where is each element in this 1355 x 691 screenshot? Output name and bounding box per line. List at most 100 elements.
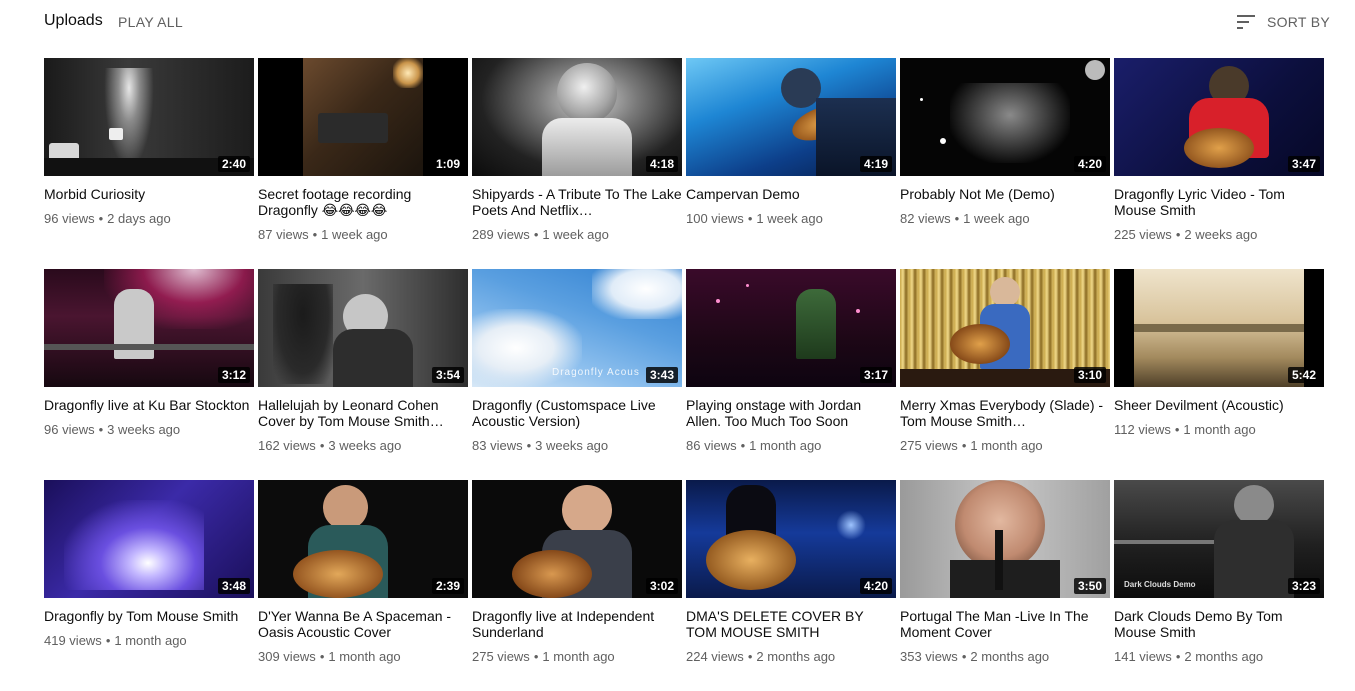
video-age: 2 months ago xyxy=(970,649,1050,664)
video-thumbnail[interactable]: 3:54 xyxy=(258,269,468,387)
video-thumbnail[interactable]: 3:12 xyxy=(44,269,254,387)
video-meta: 96 views • 3 weeks ago xyxy=(44,422,181,437)
video-card[interactable]: 3:48 Dragonfly by Tom Mouse Smith 419 vi… xyxy=(44,480,254,691)
video-card[interactable]: 4:19 Campervan Demo 100 views • 1 week ago xyxy=(686,58,896,269)
video-title[interactable]: Playing onstage with Jordan Allen. Too M… xyxy=(686,397,896,429)
video-thumbnail[interactable]: 3:48 xyxy=(44,480,254,598)
video-title[interactable]: Morbid Curiosity xyxy=(44,186,254,202)
video-card[interactable]: 3:54 Hallelujah by Leonard Cohen Cover b… xyxy=(258,269,468,480)
video-title[interactable]: Shipyards - A Tribute To The Lake Poets … xyxy=(472,186,682,218)
video-card[interactable]: 3:17 Playing onstage with Jordan Allen. … xyxy=(686,269,896,480)
video-views: 83 views xyxy=(472,438,523,453)
video-card[interactable]: 3:12 Dragonfly live at Ku Bar Stockton 9… xyxy=(44,269,254,480)
video-thumbnail[interactable]: Dragonfly Acous 3:43 xyxy=(472,269,682,387)
video-title[interactable]: Probably Not Me (Demo) xyxy=(900,186,1110,202)
video-card[interactable]: 2:39 D'Yer Wanna Be A Spaceman - Oasis A… xyxy=(258,480,468,691)
video-thumbnail[interactable]: 2:40 xyxy=(44,58,254,176)
video-views: 141 views xyxy=(1114,649,1172,664)
thumbnail-caption: Dark Clouds Demo xyxy=(1124,580,1196,589)
video-card[interactable]: Dark Clouds Demo 3:23 Dark Clouds Demo B… xyxy=(1114,480,1324,691)
video-views: 225 views xyxy=(1114,227,1172,242)
video-title[interactable]: Dragonfly by Tom Mouse Smith xyxy=(44,608,254,624)
video-thumbnail[interactable]: 3:17 xyxy=(686,269,896,387)
video-thumbnail[interactable]: 3:02 xyxy=(472,480,682,598)
video-age: 1 month ago xyxy=(328,649,401,664)
video-card[interactable]: Dragonfly Acous 3:43 Dragonfly (Customsp… xyxy=(472,269,682,480)
video-title[interactable]: Dragonfly (Customspace Live Acoustic Ver… xyxy=(472,397,682,429)
video-views: 82 views xyxy=(900,211,951,226)
video-thumbnail[interactable]: 2:39 xyxy=(258,480,468,598)
video-meta: 353 views • 2 months ago xyxy=(900,649,1050,664)
video-card[interactable]: 2:40 Morbid Curiosity 96 views • 2 days ag… xyxy=(44,58,254,269)
video-age: 1 month ago xyxy=(542,649,615,664)
video-title[interactable]: Dark Clouds Demo By Tom Mouse Smith xyxy=(1114,608,1324,640)
video-age: 3 weeks ago xyxy=(328,438,402,453)
video-duration: 3:02 xyxy=(645,578,678,594)
video-duration: 4:19 xyxy=(859,156,892,172)
video-age: 1 month ago xyxy=(114,633,187,648)
video-title[interactable]: Dragonfly live at Independent Sunderland xyxy=(472,608,682,640)
video-views: 87 views xyxy=(258,227,309,242)
video-thumbnail[interactable]: 4:19 xyxy=(686,58,896,176)
video-title[interactable]: Portugal The Man -Live In The Moment Cov… xyxy=(900,608,1110,640)
video-views: 275 views xyxy=(900,438,958,453)
video-card[interactable]: 4:20 Probably Not Me (Demo) 82 views • 1 w… xyxy=(900,58,1110,269)
video-views: 275 views xyxy=(472,649,530,664)
video-duration: 3:47 xyxy=(1287,156,1320,172)
video-age: 1 week ago xyxy=(542,227,609,242)
video-thumbnail[interactable]: 3:47 xyxy=(1114,58,1324,176)
video-title[interactable]: D'Yer Wanna Be A Spaceman - Oasis Acoust… xyxy=(258,608,468,640)
video-title[interactable]: Hallelujah by Leonard Cohen Cover by Tom… xyxy=(258,397,468,429)
video-card[interactable]: 3:10 Merry Xmas Everybody (Slade) - Tom … xyxy=(900,269,1110,480)
video-thumbnail[interactable]: 3:50 xyxy=(900,480,1110,598)
video-title[interactable]: Dragonfly live at Ku Bar Stockton xyxy=(44,397,254,413)
video-age: 2 days ago xyxy=(107,211,171,226)
video-card[interactable]: 4:18 Shipyards - A Tribute To The Lake P… xyxy=(472,58,682,269)
video-thumbnail[interactable]: Dark Clouds Demo 3:23 xyxy=(1114,480,1324,598)
video-duration: 3:50 xyxy=(1073,578,1106,594)
uploads-grid: 2:40 Morbid Curiosity 96 views • 2 days ag… xyxy=(44,58,1324,691)
video-views: 86 views xyxy=(686,438,737,453)
video-title[interactable]: Dragonfly Lyric Video - Tom Mouse Smith xyxy=(1114,186,1324,218)
video-title[interactable]: Secret footage recording Dragonfly 😂😂😂😂 xyxy=(258,186,468,218)
video-meta: 275 views • 1 month ago xyxy=(900,438,1043,453)
video-card[interactable]: 3:02 Dragonfly live at Independent Sunde… xyxy=(472,480,682,691)
video-thumbnail[interactable]: 5:42 xyxy=(1114,269,1324,387)
sort-icon xyxy=(1236,15,1255,29)
video-meta: 419 views • 1 month ago xyxy=(44,633,187,648)
video-meta: 87 views • 1 week ago xyxy=(258,227,388,242)
play-all-button[interactable]: PLAY ALL xyxy=(118,14,183,30)
video-views: 289 views xyxy=(472,227,530,242)
video-card[interactable]: 3:47 Dragonfly Lyric Video - Tom Mouse S… xyxy=(1114,58,1324,269)
thumbnail-caption: Dragonfly Acous xyxy=(552,367,640,378)
video-card[interactable]: 3:50 Portugal The Man -Live In The Momen… xyxy=(900,480,1110,691)
video-views: 353 views xyxy=(900,649,958,664)
video-thumbnail[interactable]: 4:20 xyxy=(686,480,896,598)
video-age: 2 months ago xyxy=(1184,649,1264,664)
video-title[interactable]: Campervan Demo xyxy=(686,186,896,202)
video-title[interactable]: Sheer Devilment (Acoustic) xyxy=(1114,397,1324,413)
video-thumbnail[interactable]: 4:20 xyxy=(900,58,1110,176)
uploads-title[interactable]: Uploads xyxy=(44,12,103,30)
video-meta: 141 views • 2 months ago xyxy=(1114,649,1264,664)
video-card[interactable]: 4:20 DMA'S DELETE COVER BY TOM MOUSE SMI… xyxy=(686,480,896,691)
video-meta: 82 views • 1 week ago xyxy=(900,211,1030,226)
video-views: 96 views xyxy=(44,422,95,437)
video-duration: 2:39 xyxy=(431,578,464,594)
video-title[interactable]: DMA'S DELETE COVER BY TOM MOUSE SMITH xyxy=(686,608,896,640)
sort-by-button[interactable]: SORT BY xyxy=(1236,12,1330,32)
uploads-header: Uploads PLAY ALL SORT BY xyxy=(44,0,1330,44)
video-meta: 162 views • 3 weeks ago xyxy=(258,438,402,453)
video-duration: 4:20 xyxy=(859,578,892,594)
video-thumbnail[interactable]: 4:18 xyxy=(472,58,682,176)
video-thumbnail[interactable]: 1:09 xyxy=(258,58,468,176)
video-meta: 289 views • 1 week ago xyxy=(472,227,609,242)
video-card[interactable]: 5:42 Sheer Devilment (Acoustic) 112 view… xyxy=(1114,269,1324,480)
video-meta: 225 views • 2 weeks ago xyxy=(1114,227,1258,242)
video-title[interactable]: Merry Xmas Everybody (Slade) - Tom Mouse… xyxy=(900,397,1110,429)
video-duration: 3:54 xyxy=(431,367,464,383)
video-thumbnail[interactable]: 3:10 xyxy=(900,269,1110,387)
video-views: 419 views xyxy=(44,633,102,648)
video-meta: 96 views • 2 days ago xyxy=(44,211,171,226)
video-card[interactable]: 1:09 Secret footage recording Dragonfly … xyxy=(258,58,468,269)
